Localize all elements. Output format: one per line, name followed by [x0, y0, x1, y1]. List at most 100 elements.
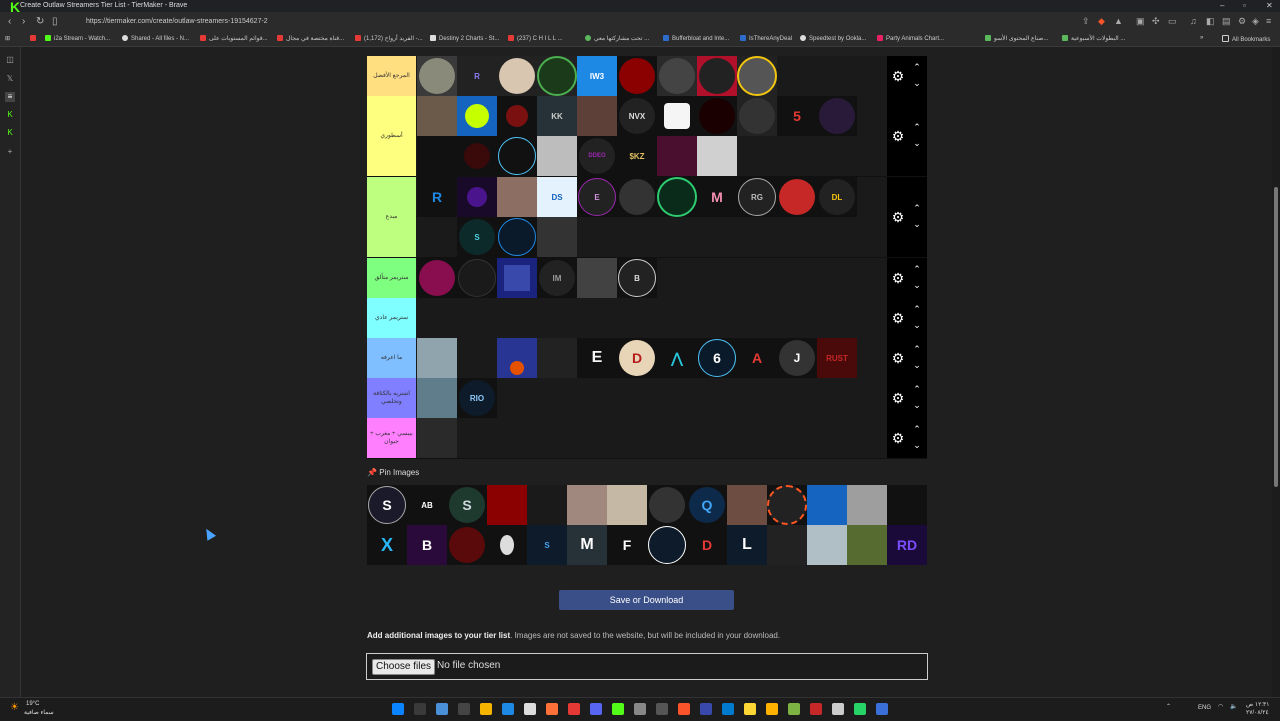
streamer-tile[interactable]	[577, 96, 617, 136]
streamer-tile[interactable]	[817, 96, 857, 136]
taskbar-app-icon[interactable]	[458, 703, 470, 715]
pool-tile[interactable]	[647, 485, 687, 525]
pool-tile[interactable]: RD	[887, 525, 927, 565]
move-down-icon[interactable]: ⌄	[911, 280, 923, 290]
gear-icon[interactable]: ⚙	[891, 391, 905, 405]
streamer-tile[interactable]: D	[617, 338, 657, 378]
bookmark-item[interactable]: قناة مختصة في مجال...	[277, 35, 344, 42]
pool-tile[interactable]	[767, 485, 807, 525]
tier-label[interactable]: بيبسي + مغرب + جيوان	[367, 418, 416, 458]
gear-icon[interactable]: ⚙	[891, 210, 905, 224]
x-icon[interactable]: 𝕏	[5, 74, 15, 84]
pool-tile[interactable]	[487, 525, 527, 565]
streamer-tile[interactable]: R	[417, 177, 457, 217]
tier-label[interactable]: المرجع الأفضل	[367, 56, 416, 96]
pool-tile[interactable]: X	[367, 525, 407, 565]
gear-icon[interactable]: ⚙	[891, 351, 905, 365]
apps-icon[interactable]: ⊞	[5, 35, 10, 42]
pool-tile[interactable]	[487, 485, 527, 525]
streamer-tile[interactable]	[417, 418, 457, 458]
streamer-tile[interactable]	[537, 56, 577, 96]
pool-tile[interactable]: D	[687, 525, 727, 565]
bookmark-item[interactable]: (237) C H I L L ...	[508, 35, 563, 42]
pool-tile[interactable]	[807, 485, 847, 525]
taskbar-app-icon[interactable]	[700, 703, 712, 715]
discord-icon[interactable]	[590, 703, 602, 715]
streamer-tile[interactable]: E	[577, 338, 617, 378]
vscode-icon[interactable]	[722, 703, 734, 715]
taskbar-app-icon[interactable]	[502, 703, 514, 715]
gear-icon[interactable]: ⚙	[891, 69, 905, 83]
obs-icon[interactable]	[634, 703, 646, 715]
streamer-tile[interactable]	[737, 56, 777, 96]
pool-tile[interactable]	[887, 485, 927, 525]
pool-tile[interactable]	[567, 485, 607, 525]
taskbar-app-icon[interactable]	[744, 703, 756, 715]
bookmark-item[interactable]: Bufferbloat and Inte...	[663, 35, 729, 42]
add-panel-icon[interactable]: +	[5, 147, 15, 157]
pool-tile[interactable]: L	[727, 525, 767, 565]
bookmark-item[interactable]: صناع المحتوى الأسو...	[985, 35, 1048, 42]
streamer-tile[interactable]: RUST	[817, 338, 857, 378]
streamer-tile[interactable]: KK	[537, 96, 577, 136]
tiermaker-icon[interactable]: ≡	[5, 92, 15, 102]
streamer-tile[interactable]	[497, 338, 537, 378]
tier-label[interactable]: ما اعرفه	[367, 338, 416, 378]
taskbar-app-icon[interactable]	[832, 703, 844, 715]
puzzle-icon[interactable]: ✣	[1152, 16, 1160, 27]
minimize-icon[interactable]: –	[1220, 1, 1224, 10]
taskbar-app-icon[interactable]	[788, 703, 800, 715]
streamer-tile[interactable]	[617, 56, 657, 96]
streamer-tile[interactable]: ⋀	[657, 338, 697, 378]
streamer-tile[interactable]	[497, 96, 537, 136]
move-up-icon[interactable]: ⌃	[911, 304, 923, 314]
pool-tile[interactable]	[447, 525, 487, 565]
streamer-tile[interactable]	[657, 136, 697, 176]
tier-label[interactable]: أسطوري	[367, 96, 416, 176]
streamer-tile[interactable]: IW3	[577, 56, 617, 96]
streamer-tile[interactable]	[657, 177, 697, 217]
streamer-tile[interactable]	[497, 136, 537, 176]
bookmark-item[interactable]: IsThereAnyDeal	[740, 35, 792, 42]
pool-tile[interactable]: S	[367, 485, 407, 525]
streamer-tile[interactable]	[417, 56, 457, 96]
streamer-tile[interactable]: $KZ	[617, 136, 657, 176]
bookmark-item[interactable]: Party Animals Chart...	[877, 35, 944, 42]
pool-tile[interactable]	[527, 485, 567, 525]
bookmark-item[interactable]: (1,172) الفريد أرواح -...	[355, 35, 423, 42]
streamer-tile[interactable]: E	[577, 177, 617, 217]
bookmark-item[interactable]: تحت مشاركتها معي ...	[585, 35, 649, 42]
start-icon[interactable]	[392, 703, 404, 715]
streamer-tile[interactable]	[417, 338, 457, 378]
pool-tile[interactable]: M	[567, 525, 607, 565]
pool-tile[interactable]: AB	[407, 485, 447, 525]
streamer-tile[interactable]: DS	[537, 177, 577, 217]
streamer-tile[interactable]: DL	[817, 177, 857, 217]
move-up-icon[interactable]: ⌃	[911, 424, 923, 434]
move-up-icon[interactable]: ⌃	[911, 344, 923, 354]
streamer-tile[interactable]	[457, 96, 497, 136]
settings-icon[interactable]: ⚙	[1238, 16, 1246, 27]
bookmark-item[interactable]: Shared - All files - N...	[122, 35, 189, 42]
streamer-tile[interactable]: S	[457, 217, 497, 257]
move-down-icon[interactable]: ⌄	[911, 440, 923, 450]
media-icon[interactable]: ♫	[1190, 16, 1197, 26]
vpn-icon[interactable]: ◈	[1252, 16, 1259, 27]
streamer-tile[interactable]	[697, 96, 737, 136]
wifi-icon[interactable]: ◠	[1218, 703, 1223, 710]
pool-tile[interactable]	[807, 525, 847, 565]
clock-time[interactable]: ١٢:٣١ ص	[1246, 701, 1269, 708]
streamer-tile[interactable]	[497, 217, 537, 257]
pool-tile[interactable]: F	[607, 525, 647, 565]
back-icon[interactable]: ‹	[8, 16, 11, 27]
bookmark-icon[interactable]: ▯	[52, 16, 58, 27]
choose-files-button[interactable]: Choose files	[372, 659, 436, 675]
clock-date[interactable]: ٢٧/٠٨/٢٤	[1246, 709, 1269, 716]
forward-icon[interactable]: ›	[22, 16, 25, 27]
pool-tile[interactable]	[847, 485, 887, 525]
streamer-tile[interactable]	[497, 56, 537, 96]
maximize-icon[interactable]: ▫	[1243, 1, 1246, 10]
gear-icon[interactable]: ⚙	[891, 129, 905, 143]
taskbar-app-icon[interactable]	[810, 703, 822, 715]
bookmark-item[interactable]	[30, 35, 39, 42]
